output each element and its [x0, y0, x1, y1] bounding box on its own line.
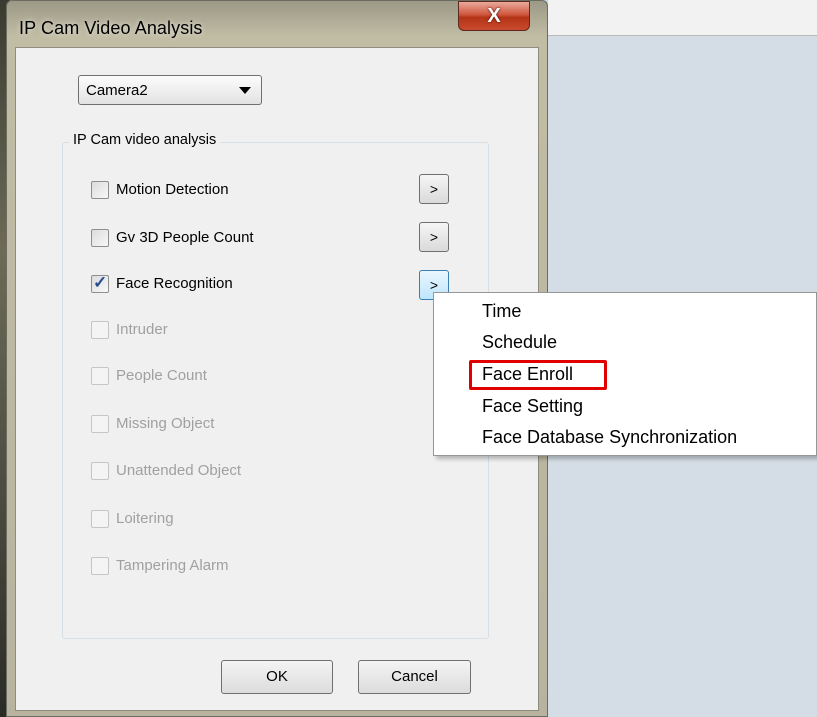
menu-item-face-database-synchronization[interactable]: Face Database Synchronization: [482, 427, 737, 448]
face-recognition-label: Face Recognition: [116, 275, 233, 292]
close-icon: X: [487, 4, 501, 27]
menu-item-schedule[interactable]: Schedule: [482, 332, 557, 353]
title-bar[interactable]: IP Cam Video Analysis X: [7, 1, 547, 47]
missing-object-checkbox[interactable]: [91, 415, 109, 433]
motion-detection-options-button[interactable]: >: [419, 174, 449, 204]
menu-item-face-enroll[interactable]: Face Enroll: [482, 364, 573, 385]
intruder-label: Intruder: [116, 321, 168, 338]
background-toolbar-strip: [548, 0, 817, 36]
unattended-object-checkbox[interactable]: [91, 462, 109, 480]
loitering-label: Loitering: [116, 510, 174, 527]
people-count-checkbox[interactable]: [91, 367, 109, 385]
camera-select-value: Camera2: [86, 82, 148, 99]
menu-item-face-setting[interactable]: Face Setting: [482, 396, 583, 417]
face-recognition-context-menu: Time Schedule Face Enroll Face Setting F…: [433, 292, 817, 456]
loitering-checkbox[interactable]: [91, 510, 109, 528]
gv-3d-people-count-options-button[interactable]: >: [419, 222, 449, 252]
people-count-label: People Count: [116, 367, 207, 384]
ok-button[interactable]: OK: [221, 660, 333, 694]
gv-3d-people-count-label: Gv 3D People Count: [116, 229, 254, 246]
dialog-title: IP Cam Video Analysis: [19, 18, 203, 38]
unattended-object-label: Unattended Object: [116, 462, 242, 479]
missing-object-label: Missing Object: [116, 415, 215, 432]
menu-item-time[interactable]: Time: [482, 301, 521, 322]
face-recognition-checkbox[interactable]: ✓: [91, 273, 109, 293]
tampering-alarm-label: Tampering Alarm: [116, 557, 229, 574]
intruder-checkbox[interactable]: [91, 321, 109, 339]
cancel-button[interactable]: Cancel: [358, 660, 471, 694]
camera-select[interactable]: Camera2: [78, 75, 262, 105]
checkmark-icon: ✓: [93, 273, 108, 292]
close-button[interactable]: X: [458, 1, 530, 31]
gv-3d-people-count-checkbox[interactable]: [91, 229, 109, 247]
group-label: IP Cam video analysis: [69, 132, 221, 148]
motion-detection-label: Motion Detection: [116, 181, 229, 198]
chevron-down-icon: [239, 87, 251, 94]
motion-detection-checkbox[interactable]: [91, 181, 109, 199]
tampering-alarm-checkbox[interactable]: [91, 557, 109, 575]
